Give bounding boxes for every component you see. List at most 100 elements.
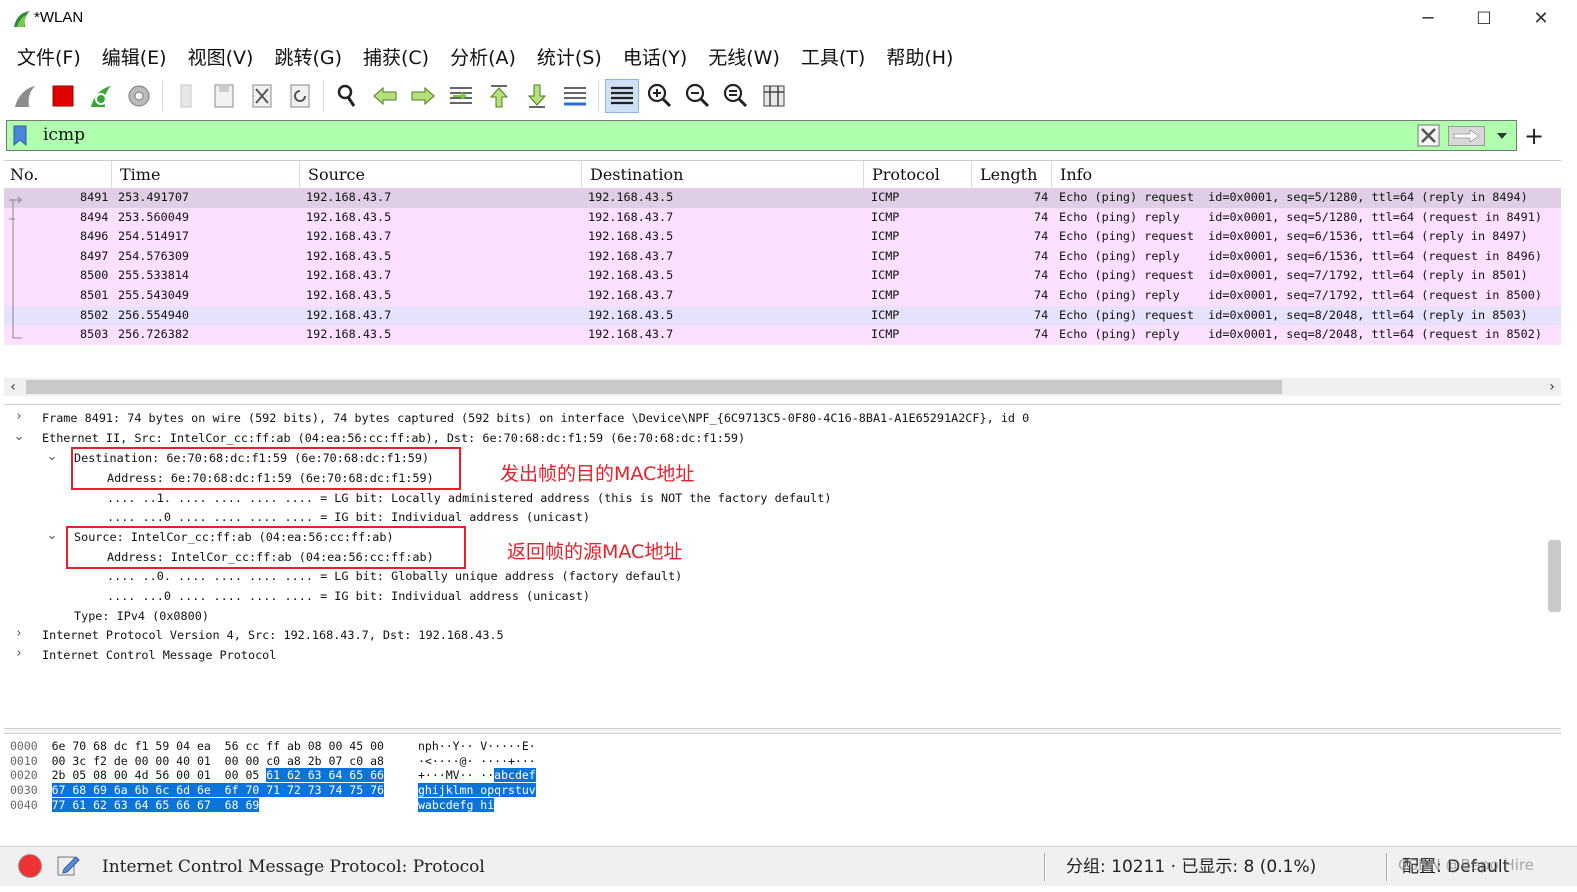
chevron-down-icon[interactable] <box>1494 128 1510 144</box>
close-button[interactable]: ✕ <box>1517 4 1565 34</box>
packet-row[interactable]: 8503 256.726382 192.168.43.5 192.168.43.… <box>4 325 1561 345</box>
go-to-packet-icon[interactable] <box>444 79 478 113</box>
go-first-icon[interactable] <box>482 79 516 113</box>
apply-filter-icon[interactable] <box>1448 126 1485 146</box>
menu-telephony[interactable]: 电话(Y) <box>614 43 696 70</box>
edit-comment-icon[interactable] <box>56 853 80 877</box>
hex-row[interactable]: 0020 2b 05 08 00 4d 56 00 01 00 05 61 62… <box>10 768 384 783</box>
filter-bookmark-icon[interactable] <box>13 125 27 146</box>
column-info[interactable]: Info <box>1054 161 1554 189</box>
display-filter-input[interactable]: icmp <box>43 121 85 150</box>
scroll-right-icon[interactable]: › <box>1543 378 1561 396</box>
packet-list-hscroll[interactable]: ‹ › <box>4 378 1561 396</box>
close-file-icon[interactable] <box>245 79 279 113</box>
packet-row[interactable]: 8494 253.560049 192.168.43.5 192.168.43.… <box>4 207 1561 228</box>
chevron-down-icon[interactable]: ⌄ <box>45 528 59 543</box>
stop-capture-icon[interactable] <box>46 79 80 113</box>
detail-eth-type[interactable]: Type: IPv4 (0x0800) <box>74 607 209 627</box>
hex-ascii[interactable]: +···MV·· ··abcdef <box>418 768 536 783</box>
packet-row[interactable]: 8491 253.491707 192.168.43.7 192.168.43.… <box>4 188 1561 208</box>
menu-tools[interactable]: 工具(T) <box>792 43 874 70</box>
menu-go[interactable]: 跳转(G) <box>265 43 351 70</box>
scroll-thumb[interactable] <box>26 380 1282 394</box>
window-title: *WLAN <box>34 9 84 26</box>
find-packet-icon[interactable] <box>330 79 364 113</box>
colorize-icon[interactable] <box>605 79 639 113</box>
column-time[interactable]: Time <box>114 161 300 189</box>
zoom-in-icon[interactable] <box>643 79 677 113</box>
toolbar-separator <box>162 81 163 111</box>
go-forward-icon[interactable] <box>406 79 440 113</box>
resize-columns-icon[interactable] <box>757 79 791 113</box>
zoom-normal-icon[interactable] <box>719 79 753 113</box>
auto-scroll-icon[interactable] <box>558 79 592 113</box>
capture-options-icon[interactable] <box>122 79 156 113</box>
menu-edit[interactable]: 编辑(E) <box>93 43 176 70</box>
hex-ascii[interactable]: ghijklmn opqrstuv <box>418 783 536 798</box>
detail-ethernet[interactable]: Ethernet II, Src: IntelCor_cc:ff:ab (04:… <box>42 429 745 449</box>
column-destination[interactable]: Destination <box>584 161 864 189</box>
detail-eth-src-ig-bit[interactable]: .... ...0 .... .... .... .... = IG bit: … <box>107 587 590 607</box>
save-file-icon[interactable] <box>207 79 241 113</box>
detail-eth-src-lg-bit[interactable]: .... ..0. .... .... .... .... = LG bit: … <box>107 567 682 587</box>
hex-row[interactable]: 0040 77 61 62 63 64 65 66 67 68 69 <box>10 797 260 813</box>
menu-wireless[interactable]: 无线(W) <box>699 43 789 70</box>
minimize-button[interactable]: ─ <box>1404 4 1452 34</box>
scroll-left-icon[interactable]: ‹ <box>4 378 22 396</box>
packet-row[interactable]: 8502 256.554940 192.168.43.7 192.168.43.… <box>4 305 1561 326</box>
menu-analyze[interactable]: 分析(A) <box>441 43 525 70</box>
open-file-icon[interactable] <box>169 79 203 113</box>
packet-time: 253.560049 <box>118 209 190 224</box>
maximize-button[interactable]: ☐ <box>1460 4 1508 34</box>
hex-ascii[interactable]: nph··Y·· V·····E· <box>418 739 536 754</box>
reload-file-icon[interactable] <box>283 79 317 113</box>
detail-icmp[interactable]: Internet Control Message Protocol <box>42 646 276 666</box>
detail-eth-dst-ig-bit[interactable]: .... ...0 .... .... .... .... = IG bit: … <box>107 508 590 528</box>
packet-row[interactable]: 8497 254.576309 192.168.43.5 192.168.43.… <box>4 246 1561 267</box>
chevron-down-icon[interactable]: ⌄ <box>45 449 59 464</box>
packet-destination: 192.168.43.5 <box>588 229 674 244</box>
column-no[interactable]: No. <box>4 161 112 189</box>
clear-filter-icon[interactable] <box>1417 124 1440 147</box>
toolbar-separator <box>598 81 599 111</box>
menu-view[interactable]: 视图(V) <box>179 43 263 70</box>
restart-capture-icon[interactable] <box>84 79 118 113</box>
packet-protocol: ICMP <box>871 209 900 224</box>
hex-row[interactable]: 0000 6e 70 68 dc f1 59 04 ea 56 cc ff ab… <box>10 739 384 754</box>
menu-file[interactable]: 文件(F) <box>8 43 90 70</box>
packet-list-header: No. Time Source Destination Protocol Len… <box>4 160 1561 189</box>
chevron-right-icon[interactable]: › <box>12 646 26 661</box>
detail-ipv4[interactable]: Internet Protocol Version 4, Src: 192.16… <box>42 626 504 646</box>
hex-row[interactable]: 0010 00 3c f2 de 00 00 40 01 00 00 c0 a8… <box>10 754 384 769</box>
zoom-out-icon[interactable] <box>681 79 715 113</box>
packet-protocol: ICMP <box>871 248 900 263</box>
wireshark-logo-icon <box>14 11 30 27</box>
hex-ascii[interactable]: ·<····@· ····+··· <box>418 754 536 769</box>
menu-help[interactable]: 帮助(H) <box>877 43 962 70</box>
packet-row[interactable]: 8500 255.533814 192.168.43.7 192.168.43.… <box>4 266 1561 286</box>
packet-row[interactable]: 8496 254.514917 192.168.43.7 192.168.43.… <box>4 227 1561 247</box>
expert-info-icon[interactable] <box>18 854 42 878</box>
status-message: Internet Control Message Protocol: Proto… <box>102 857 485 877</box>
chevron-right-icon[interactable]: › <box>12 409 26 424</box>
shark-fin-start-icon[interactable] <box>8 79 42 113</box>
column-length[interactable]: Length <box>974 161 1052 189</box>
menu-capture[interactable]: 捕获(C) <box>354 43 438 70</box>
column-source[interactable]: Source <box>302 161 582 189</box>
hex-ascii[interactable]: wabcdefg hi <box>418 797 495 813</box>
pane-splitter[interactable] <box>4 728 1561 734</box>
column-protocol[interactable]: Protocol <box>866 161 972 189</box>
destination-annotation: 发出帧的目的MAC地址 <box>500 463 695 485</box>
details-scroll-indicator[interactable] <box>1548 540 1561 612</box>
menu-statistics[interactable]: 统计(S) <box>528 43 611 70</box>
chevron-right-icon[interactable]: › <box>12 626 26 641</box>
packet-row[interactable]: 8501 255.543049 192.168.43.5 192.168.43.… <box>4 286 1561 306</box>
detail-frame[interactable]: Frame 8491: 74 bytes on wire (592 bits),… <box>42 409 1029 429</box>
hex-row[interactable]: 0030 67 68 69 6a 6b 6c 6d 6e 6f 70 71 72… <box>10 783 384 798</box>
chevron-down-icon[interactable]: ⌄ <box>12 429 26 444</box>
add-filter-button[interactable]: + <box>1522 122 1546 150</box>
go-last-icon[interactable] <box>520 79 554 113</box>
packet-time: 255.543049 <box>118 288 190 302</box>
detail-eth-dst-lg-bit[interactable]: .... ..1. .... .... .... .... = LG bit: … <box>107 489 831 509</box>
go-back-icon[interactable] <box>368 79 402 113</box>
